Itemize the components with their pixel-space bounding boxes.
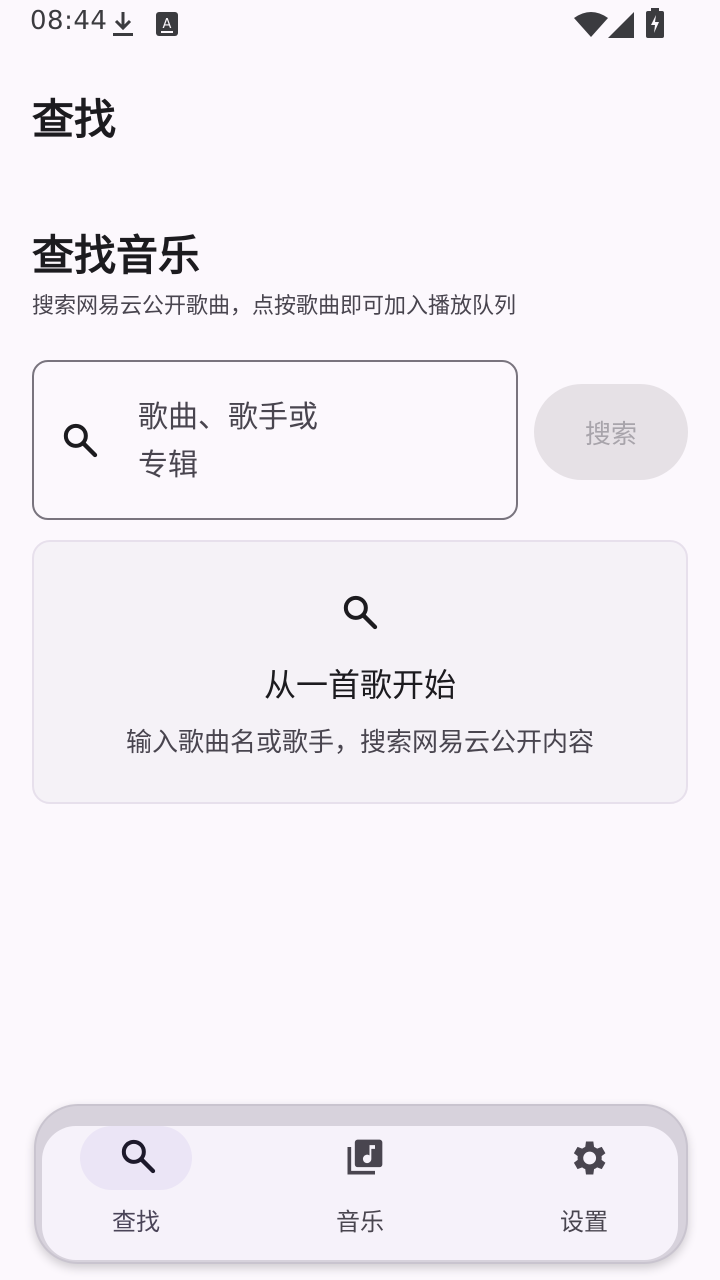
- search-placeholder: 歌曲、歌手或 专辑: [138, 394, 358, 490]
- search-icon: [340, 592, 380, 636]
- nav-label: 查找: [112, 1208, 160, 1236]
- search-icon: [60, 420, 100, 464]
- screen: 08:44 A 查找 查找音乐 搜索网易云公开歌曲，点按歌曲即可加入播放队列 歌…: [0, 0, 720, 1280]
- status-bar: 08:44 A: [0, 0, 720, 48]
- keyboard-a-icon: A: [156, 12, 178, 36]
- nav-item-music[interactable]: 音乐: [266, 1126, 478, 1260]
- page-title: 查找: [32, 95, 117, 144]
- svg-text:A: A: [163, 17, 172, 32]
- empty-state-title: 从一首歌开始: [263, 666, 456, 704]
- nav-label: 音乐: [336, 1208, 384, 1236]
- battery-charging-icon: [646, 8, 664, 38]
- search-input[interactable]: 歌曲、歌手或 专辑: [32, 360, 518, 520]
- status-time: 08:44: [30, 6, 108, 36]
- empty-state-description: 输入歌曲名或歌手，搜索网易云公开内容: [125, 728, 594, 758]
- search-placeholder-line: 歌曲、歌手或: [138, 400, 318, 435]
- gear-icon: [566, 1136, 610, 1184]
- library-music-icon: [342, 1136, 386, 1184]
- signal-icon: [608, 12, 634, 38]
- nav-item-search[interactable]: 查找: [42, 1126, 254, 1260]
- wifi-icon: [574, 12, 608, 38]
- empty-state-card: 从一首歌开始 输入歌曲名或歌手，搜索网易云公开内容: [32, 540, 688, 804]
- section-title: 查找音乐: [32, 231, 201, 280]
- search-icon: [118, 1136, 158, 1180]
- search-placeholder-line: 专辑: [138, 448, 198, 483]
- section-subtitle: 搜索网易云公开歌曲，点按歌曲即可加入播放队列: [32, 294, 517, 319]
- nav-item-settings[interactable]: 设置: [490, 1126, 702, 1260]
- bottom-nav: 查找 音乐 设置: [42, 1126, 678, 1260]
- nav-label: 设置: [560, 1208, 608, 1236]
- download-icon: [112, 10, 134, 38]
- search-button[interactable]: 搜索: [534, 384, 688, 480]
